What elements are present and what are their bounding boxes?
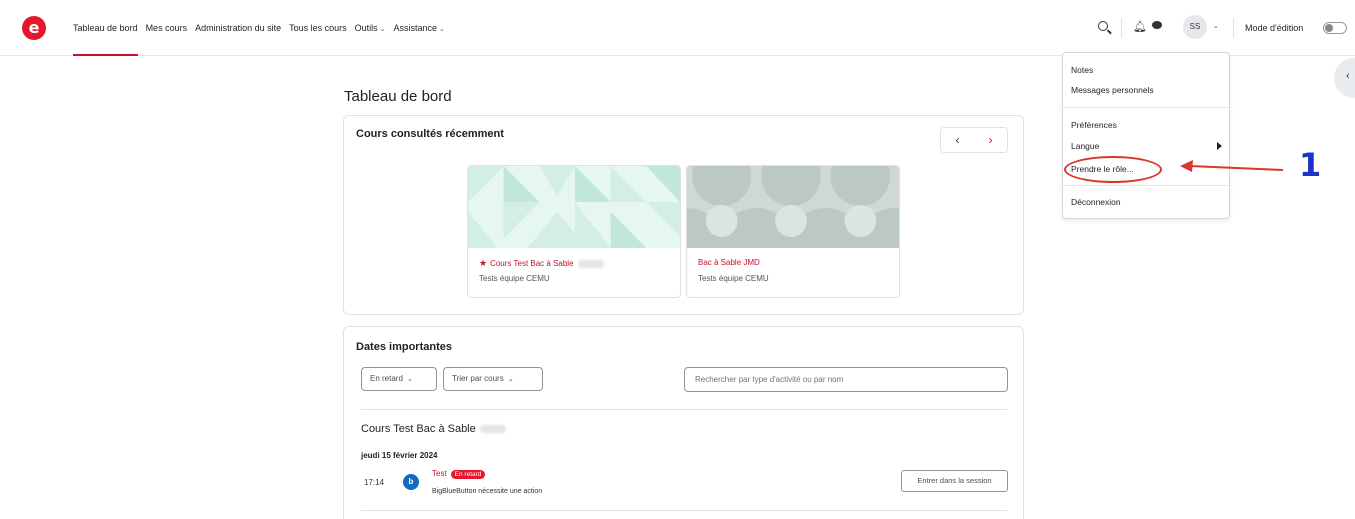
event-name-text: Test bbox=[432, 469, 447, 478]
redacted-text bbox=[479, 425, 506, 434]
enter-session-button[interactable]: Entrer dans la session bbox=[901, 470, 1008, 492]
course-category: Tests équipe CEMU bbox=[479, 274, 550, 283]
course-name-link[interactable]: Bac à Sable JMD bbox=[698, 258, 760, 267]
previous-button[interactable]: ‹ bbox=[941, 128, 974, 152]
nav-item-site-admin[interactable]: Administration du site bbox=[195, 0, 281, 56]
bigbluebutton-icon: b bbox=[403, 474, 419, 490]
filter-select[interactable]: En retard ⌄ bbox=[361, 367, 437, 391]
nav-item-label: Mes cours bbox=[145, 23, 188, 33]
course-card[interactable]: ★ Cours Test Bac à Sable Tests équipe CEM… bbox=[467, 165, 681, 298]
block-title: Cours consultés récemment bbox=[356, 128, 504, 140]
chevron-left-icon: ‹ bbox=[1346, 70, 1350, 82]
course-name-text: Cours Test Bac à Sable bbox=[490, 259, 574, 268]
course-card[interactable]: Bac à Sable JMD Tests équipe CEMU bbox=[686, 165, 900, 298]
select-label: Trier par cours bbox=[452, 374, 504, 383]
redacted-text bbox=[577, 259, 604, 268]
nav-item-my-courses[interactable]: Mes cours bbox=[146, 0, 188, 56]
course-image bbox=[687, 166, 899, 248]
edit-mode-label: Mode d'édition bbox=[1245, 23, 1304, 33]
menu-item-logout[interactable]: Déconnexion bbox=[1071, 197, 1121, 207]
chevron-down-icon[interactable]: ⌄ bbox=[1213, 22, 1219, 30]
primary-navigation: Tableau de bord Mes cours Administration… bbox=[73, 0, 445, 56]
select-label: En retard bbox=[370, 374, 403, 383]
recent-courses-block: Cours consultés récemment ‹ › ★ Cours Tes… bbox=[343, 115, 1024, 315]
nav-item-all-courses[interactable]: Tous les cours bbox=[289, 0, 347, 56]
menu-item-preferences[interactable]: Préférences bbox=[1071, 120, 1117, 130]
page-title: Tableau de bord bbox=[344, 88, 452, 105]
menu-item-messages[interactable]: Messages personnels bbox=[1071, 85, 1154, 95]
chevron-down-icon: ⌄ bbox=[507, 376, 514, 383]
nav-item-label: Tous les cours bbox=[289, 23, 347, 33]
event-link[interactable]: Test En retard bbox=[432, 469, 486, 479]
course-image bbox=[468, 166, 680, 248]
callout-number: 1 bbox=[1299, 146, 1322, 184]
search-input[interactable]: Rechercher par type d'activité ou par no… bbox=[684, 367, 1008, 392]
star-icon: ★ bbox=[479, 258, 488, 268]
important-dates-block: Dates importantes En retard ⌄ Trier par … bbox=[343, 326, 1024, 519]
event-subtitle: BigBlueButton nécessite une action bbox=[432, 488, 543, 495]
course-group-title-text: Cours Test Bac à Sable bbox=[361, 423, 476, 435]
event-time: 17:14 bbox=[364, 478, 385, 487]
nav-item-help[interactable]: Assistance ⌄ bbox=[394, 0, 445, 56]
top-navbar: e Tableau de bord Mes cours Administrati… bbox=[0, 0, 1355, 56]
edit-mode-toggle[interactable] bbox=[1323, 22, 1347, 34]
sort-select[interactable]: Trier par cours ⌄ bbox=[443, 367, 543, 391]
nav-item-dashboard[interactable]: Tableau de bord bbox=[73, 0, 138, 56]
caret-right-icon bbox=[1217, 142, 1222, 150]
divider bbox=[361, 510, 1007, 511]
avatar[interactable]: SS bbox=[1183, 15, 1207, 39]
chevron-down-icon: ⌄ bbox=[407, 376, 414, 383]
course-name-link[interactable]: ★ Cours Test Bac à Sable bbox=[479, 258, 604, 269]
search-icon[interactable] bbox=[1098, 21, 1108, 31]
course-category: Tests équipe CEMU bbox=[698, 274, 769, 283]
site-logo[interactable]: e bbox=[22, 16, 46, 40]
chat-icon[interactable] bbox=[1152, 21, 1162, 29]
nav-item-label: Administration du site bbox=[195, 23, 282, 33]
user-menu-dropdown: Notes Messages personnels Préférences La… bbox=[1062, 52, 1230, 219]
nav-item-label: Assistance bbox=[393, 23, 438, 33]
nav-item-tools[interactable]: Outils ⌄ bbox=[355, 0, 386, 56]
drawer-toggle-button[interactable]: ‹ bbox=[1334, 58, 1355, 98]
date-heading: jeudi 15 février 2024 bbox=[361, 451, 438, 460]
divider bbox=[1063, 185, 1229, 186]
pager: ‹ › bbox=[940, 127, 1008, 153]
divider bbox=[361, 409, 1007, 410]
bell-icon[interactable]: 🔔︎ bbox=[1133, 20, 1147, 33]
status-badge: En retard bbox=[450, 470, 486, 479]
highlight-ellipse bbox=[1064, 156, 1162, 183]
divider bbox=[1121, 18, 1122, 38]
nav-item-label: Outils bbox=[354, 23, 378, 33]
chevron-down-icon: ⌄ bbox=[439, 26, 445, 33]
block-title: Dates importantes bbox=[356, 341, 452, 353]
menu-item-grades[interactable]: Notes bbox=[1071, 65, 1093, 75]
nav-item-label: Tableau de bord bbox=[73, 23, 138, 33]
course-group-title: Cours Test Bac à Sable bbox=[361, 423, 506, 435]
divider bbox=[1063, 107, 1229, 108]
menu-item-language[interactable]: Langue bbox=[1071, 141, 1099, 151]
next-button[interactable]: › bbox=[974, 128, 1007, 152]
divider bbox=[1233, 18, 1234, 38]
chevron-down-icon: ⌄ bbox=[379, 26, 386, 33]
